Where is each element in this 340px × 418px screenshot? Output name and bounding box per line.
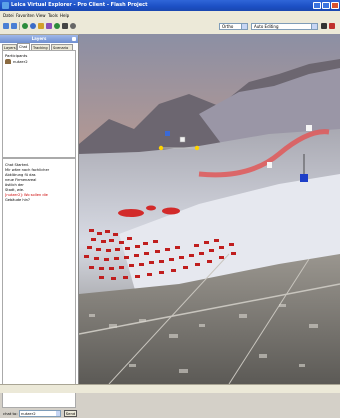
- chat-log: Chat Started. Mir wäre nach fachlicher A…: [2, 158, 76, 408]
- layers-icon[interactable]: [38, 23, 44, 29]
- participant-row[interactable]: nutzer2: [5, 59, 65, 65]
- chat-line: Gebäude hin?: [5, 198, 30, 202]
- participants-label: Participants: [5, 53, 28, 58]
- layer-dropdown[interactable]: Ortho: [219, 23, 248, 30]
- user-group-icon: [5, 59, 11, 64]
- toolbar: Ortho Auto Editing: [0, 19, 340, 35]
- planned-building[interactable]: [162, 207, 180, 215]
- side-panel: Layers Layers Chat Tracking Scenario Par…: [0, 35, 79, 417]
- participant-name: nutzer2: [13, 59, 28, 64]
- panel-header: Layers: [0, 35, 78, 43]
- panel-tabs: Layers Chat Tracking Scenario: [2, 43, 78, 50]
- building-marker[interactable]: [179, 136, 186, 143]
- home-icon[interactable]: [54, 23, 60, 29]
- chevron-down-icon[interactable]: [241, 24, 247, 29]
- pen-icon[interactable]: [329, 23, 335, 29]
- menu-favoriten[interactable]: Favoriten: [16, 13, 35, 18]
- minimize-button[interactable]: [313, 2, 321, 9]
- pointer-icon[interactable]: [321, 23, 327, 29]
- globe-icon[interactable]: [22, 23, 28, 29]
- participants-list: Participants nutzer2: [2, 50, 76, 158]
- mode-dropdown-value: Auto Editing: [254, 24, 279, 29]
- settings-icon[interactable]: [70, 23, 76, 29]
- chevron-down-icon[interactable]: [56, 411, 60, 416]
- chat-to-label: chat to:: [3, 411, 18, 416]
- grid-icon[interactable]: [62, 23, 68, 29]
- measure-icon[interactable]: [46, 23, 52, 29]
- close-icon[interactable]: [72, 37, 76, 41]
- back-icon[interactable]: [3, 23, 9, 29]
- window-title: Leica Virtual Explorer - Pro Client - Fl…: [11, 2, 148, 8]
- marker-point-a[interactable]: [158, 145, 164, 151]
- mode-dropdown[interactable]: Auto Editing: [251, 23, 318, 30]
- terrain-3d-view[interactable]: [79, 34, 340, 384]
- forward-icon[interactable]: [11, 23, 17, 29]
- panel-title: Layers: [31, 36, 47, 41]
- maximize-button[interactable]: [322, 2, 330, 9]
- location-marker[interactable]: [165, 131, 170, 136]
- recipient-value: nutzer2: [21, 411, 36, 416]
- tab-chat[interactable]: Chat: [17, 43, 30, 50]
- menu-help[interactable]: Help: [60, 13, 69, 18]
- planned-building[interactable]: [146, 205, 156, 211]
- building-marker[interactable]: [267, 162, 272, 168]
- map-viewport[interactable]: [79, 34, 340, 384]
- chat-input-row: chat to: nutzer2 Send: [2, 409, 78, 418]
- chevron-down-icon[interactable]: [311, 24, 317, 29]
- marker-point-b[interactable]: [194, 145, 200, 151]
- layer-dropdown-value: Ortho: [222, 24, 234, 29]
- menu-view[interactable]: View: [36, 13, 46, 18]
- pedestrian-sign-icon[interactable]: [300, 174, 308, 182]
- menu-tools[interactable]: Tools: [48, 13, 58, 18]
- close-button[interactable]: [331, 2, 339, 9]
- title-bar: Leica Virtual Explorer - Pro Client - Fl…: [0, 0, 340, 11]
- menu-datei[interactable]: Datei: [3, 13, 14, 18]
- send-button[interactable]: Send: [64, 410, 77, 417]
- building-marker[interactable]: [306, 125, 312, 131]
- app-icon: [2, 2, 9, 9]
- navigate-icon[interactable]: [30, 23, 36, 29]
- planned-building[interactable]: [118, 209, 144, 217]
- recipient-select[interactable]: nutzer2: [19, 410, 61, 417]
